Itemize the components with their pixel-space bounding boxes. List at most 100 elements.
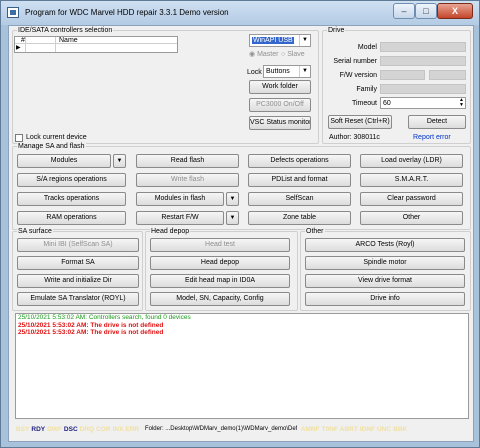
head-depop-group: Head depop Head test Head depop Edit hea… [145,227,298,311]
manage-group: Manage SA and flash Modules ▼ Read flash… [12,142,471,230]
restart-fw-button[interactable]: Restart F/W [136,211,224,225]
status-reg-err: ERR [125,426,140,433]
write-init-dir-button[interactable]: Write and initialize Dir [17,274,139,288]
status-reg-cor: COR [96,426,111,433]
lock-device-checkbox[interactable] [15,134,23,142]
selfscan-button[interactable]: SelfScan [248,192,351,206]
serial-field [380,56,466,66]
write-flash-button[interactable]: Write flash [136,173,239,187]
row-pointer-icon: ▶ [16,45,21,51]
timeout-value: 60 [383,100,391,107]
ram-button[interactable]: RAM operations [17,211,126,225]
status-reg-rdy: RDY [31,426,46,433]
lock-select[interactable]: Buttons ▼ [263,65,311,78]
mini-ibi-button[interactable]: Mini IBI (SelfScan SA) [17,238,139,252]
log-panel[interactable]: 25/10/2021 5:53:02 AM: Controllers searc… [15,313,469,419]
status-bar: BSY RDY DWF DSC DRQ COR INX ERR Folder: ...Desk… [14,422,470,437]
tracks-button[interactable]: Tracks operations [17,192,126,206]
log-line: 25/10/2021 5:53:02 AM: The drive is not … [18,321,164,329]
main-panel: IDE/SATA controllers selection # Name ▶ … [8,25,474,442]
adapter-select[interactable]: WinAPI USB ▼ [249,34,311,47]
family-field [380,84,466,94]
log-line: 25/10/2021 5:53:02 AM: The drive is not … [18,329,164,336]
timeout-label: Timeout [351,100,377,107]
edit-head-map-button[interactable]: Edit head map in ID0A [150,274,290,288]
controllers-grid[interactable]: # Name ▶ [14,36,178,53]
slave-radio[interactable]: ○ Slave [281,50,305,59]
other-group: Other ARCO Tests (Royl) Spindle motor Vi… [300,227,471,311]
load-overlay-button[interactable]: Load overlay (LDR) [360,154,463,168]
sa-regions-button[interactable]: S/A regions operations [17,173,126,187]
fw-field [380,70,425,80]
pc3000-button[interactable]: PC3000 On/Off [249,98,311,112]
drive-group-title: Drive [327,26,346,35]
model-label: Model [357,44,377,51]
format-sa-button[interactable]: Format SA [17,256,139,270]
view-format-button[interactable]: View drive format [305,274,465,288]
app-icon [7,7,19,18]
modules-dropdown-icon[interactable]: ▼ [113,154,126,168]
read-flash-button[interactable]: Read flash [136,154,239,168]
master-radio[interactable]: ◉ Master [249,50,278,59]
emulate-translator-button[interactable]: Emulate SA Translator (ROYL) [17,292,139,306]
restart-fw-dropdown-icon[interactable]: ▼ [226,211,239,225]
zone-table-button[interactable]: Zone table [248,211,351,225]
other-group-title: Other [305,227,325,236]
adapter-value: WinAPI USB [252,37,294,44]
smart-button[interactable]: S.M.A.R.T. [360,173,463,187]
lock-value: Buttons [266,68,290,75]
work-folder-button[interactable]: Work folder [249,80,311,94]
modules-button[interactable]: Modules [17,154,111,168]
chevron-down-icon: ▼ [299,66,310,77]
defects-button[interactable]: Defects operations [248,154,351,168]
minimize-button[interactable]: – [393,3,415,19]
modules-in-flash-button[interactable]: Modules in flash [136,192,224,206]
ide-group-title: IDE/SATA controllers selection [17,26,114,35]
fw-label: F/W version [339,72,377,79]
log-line: 25/10/2021 5:53:02 AM: Controllers searc… [18,314,191,321]
lock-label: Lock [247,69,262,76]
model-field [380,42,466,52]
status-err-bbk: BBK [393,426,408,433]
soft-reset-button[interactable]: Soft Reset (Ctrl+R) [328,115,392,129]
status-err-amnf: AMNF [300,426,320,433]
family-label: Family [356,86,377,93]
serial-label: Serial number [333,58,377,65]
report-error-link[interactable]: Report error [413,133,451,142]
sa-surface-group: SA surface Mini IBI (SelfScan SA) Format… [12,227,143,311]
status-reg-dsc: DSC [63,426,78,433]
status-err-idnf: IDNF [359,426,376,433]
status-err-abrt: ABRT [339,426,358,433]
clear-password-button[interactable]: Clear password [360,192,463,206]
slave-label: Slave [287,51,305,58]
other-button[interactable]: Other [360,211,463,225]
app-window: Program for WDC Marvel HDD repair 3.3.1 … [0,0,480,448]
sa-surface-title: SA surface [17,227,53,236]
status-reg-inx: INX [112,426,124,433]
spindle-motor-button[interactable]: Spindle motor [305,256,465,270]
title-bar: Program for WDC Marvel HDD repair 3.3.1 … [1,1,479,25]
detect-button[interactable]: Detect [408,115,466,129]
chevron-down-icon: ▼ [299,35,310,46]
drive-info-button[interactable]: Drive info [305,292,465,306]
arco-tests-button[interactable]: ARCO Tests (Royl) [305,238,465,252]
author-label: Author: 308011c [329,134,380,141]
head-depop-button[interactable]: Head depop [150,256,290,270]
vsc-status-button[interactable]: VSC Status monitoring [249,116,311,130]
grid-col-name: Name [59,37,78,44]
head-depop-title: Head depop [150,227,191,236]
status-reg-bsy: BSY [16,426,30,433]
model-sn-button[interactable]: Model, SN, Capacity, Config [150,292,290,306]
timeout-spinner[interactable]: 60 ▲ ▼ [380,97,466,109]
head-test-button[interactable]: Head test [150,238,290,252]
modules-in-flash-dropdown-icon[interactable]: ▼ [226,192,239,206]
status-reg-drq: DRQ [79,426,95,433]
spin-arrows-icon[interactable]: ▲ ▼ [459,98,464,108]
pdlist-button[interactable]: PDList and format [248,173,351,187]
status-err-t0nf: T0NF [321,426,338,433]
folder-path: Folder: ...Desktop\WDMarv_demo(1)\WDMarv… [144,426,297,432]
fw-field-2 [429,70,466,80]
status-reg-dwf: DWF [47,426,62,433]
close-button[interactable]: X [437,3,473,19]
maximize-button[interactable]: □ [415,3,437,19]
